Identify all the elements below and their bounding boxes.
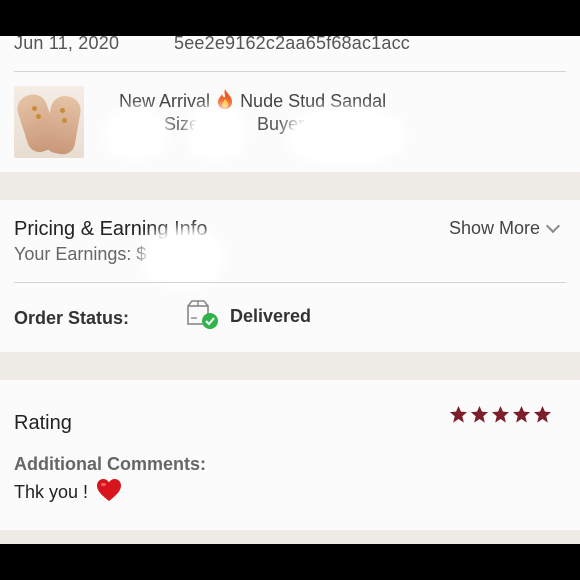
order-header: Jun 11, 2020 5ee2e9162c2aa65f68ac1acc (14, 36, 566, 60)
show-more-label: Show More (448, 218, 540, 238)
redaction (294, 116, 398, 156)
fire-icon (215, 88, 235, 115)
comment-text-value: Thk you ! (14, 482, 89, 502)
redaction (150, 236, 216, 280)
redaction (194, 114, 238, 152)
product-thumbnail[interactable] (14, 86, 84, 158)
divider (14, 71, 566, 72)
status-bar-top (0, 0, 580, 36)
heart-icon (96, 478, 122, 507)
product-title[interactable]: New Arrival Nude Stud Sandal (119, 88, 386, 115)
status-bar-bottom (0, 544, 580, 580)
section-separator (0, 530, 580, 544)
comment-text: Thk you ! (14, 478, 122, 507)
delivered-box-icon (186, 300, 220, 330)
star-icon (491, 405, 510, 423)
order-id: 5ee2e9162c2aa65f68ac1acc (174, 36, 411, 53)
earnings-label: Your Earnings: $ (14, 244, 147, 264)
product-title-suffix: Nude Stud Sandal (240, 91, 387, 111)
order-status-label: Order Status: (14, 308, 130, 328)
show-more-button[interactable]: Show More (448, 218, 561, 239)
order-status-value: Delivered (230, 306, 312, 326)
section-separator (0, 172, 580, 200)
order-date: Jun 11, 2020 (14, 36, 120, 53)
star-rating (449, 405, 552, 424)
star-icon (533, 405, 552, 423)
star-icon (512, 405, 531, 423)
chevron-down-icon (545, 218, 561, 233)
rating-title: Rating (14, 412, 72, 434)
redaction (112, 116, 160, 152)
order-details-screen: Jun 11, 2020 5ee2e9162c2aa65f68ac1acc Ne… (0, 36, 580, 544)
section-separator (0, 352, 580, 380)
product-title-prefix: New Arrival (119, 91, 211, 111)
divider (14, 282, 566, 283)
star-icon (470, 405, 489, 423)
star-icon (449, 405, 468, 423)
additional-comments-label: Additional Comments: (14, 454, 206, 474)
